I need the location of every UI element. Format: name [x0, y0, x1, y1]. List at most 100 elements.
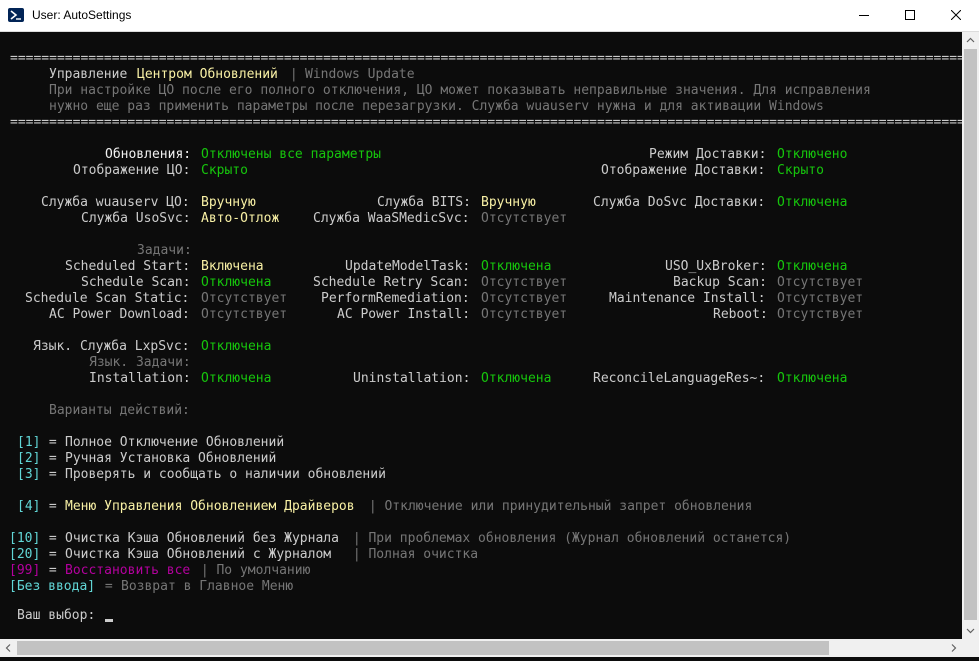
menu-equals: =: [41, 531, 65, 546]
header-update-center: Центром Обновлений: [137, 67, 278, 82]
menu-text: Ручная Установка Обновлений: [65, 451, 277, 466]
task-value: Отсутствует: [777, 275, 864, 290]
display-value: Скрыто: [201, 163, 248, 178]
separator-bottom: ========================================…: [10, 115, 962, 130]
separator-top: ========================================…: [10, 51, 962, 66]
task-value: Отсутствует: [201, 307, 288, 322]
menu-text: Очистка Кэша Обновлений без Журнала: [65, 531, 339, 546]
task-label: Schedule Scan Static:: [25, 291, 190, 306]
reconcile-label: ReconcileLanguageRes~:: [593, 371, 766, 386]
scroll-right-button[interactable]: [945, 639, 962, 657]
menu-equals: =: [41, 499, 65, 514]
header-windows-update: Windows Update: [305, 67, 415, 82]
menu-text: Восстановить все: [65, 563, 191, 578]
waasmedic-value: Отсутствует: [481, 211, 568, 226]
menu-item-99[interactable]: [99] = Восстановить все | По умолчанию: [0, 563, 310, 579]
tasks-heading: Задачи:: [137, 243, 192, 258]
menu-text: Меню Управления Обновлением Драйверов: [65, 499, 355, 514]
menu-item-4[interactable]: [4] = Меню Управления Обновлением Драйве…: [0, 499, 752, 515]
delivery-mode-value: Отключено: [777, 147, 848, 162]
reconcile-value: Отключена: [777, 371, 848, 386]
title-bar[interactable]: User: AutoSettings: [0, 0, 979, 32]
updates-value: Отключены все параметры: [201, 147, 382, 162]
prompt-label: Ваш выбор:: [17, 608, 96, 623]
menu-item-no-input[interactable]: [Без ввода] = Возврат в Главное Меню: [0, 579, 293, 595]
scroll-left-button[interactable]: [0, 639, 17, 657]
header-note-2: нужно еще раз применить параметры после …: [49, 99, 824, 114]
menu-hint: | Полная очистка: [345, 547, 479, 562]
task-value: Отсутствует: [201, 291, 288, 306]
console-output[interactable]: ========================================…: [0, 32, 962, 639]
horizontal-scroll-thumb[interactable]: [17, 641, 829, 655]
menu-text: Полное Отключение Обновлений: [65, 435, 285, 450]
uninstallation-value: Отключена: [481, 371, 552, 386]
scroll-down-button[interactable]: [962, 622, 979, 639]
menu-key: [10]: [9, 531, 41, 546]
delivery-mode-label: Режим Доставки:: [649, 147, 767, 162]
maximize-button[interactable]: [887, 0, 933, 31]
dosvc-label: Служба DoSvc Доставки:: [593, 195, 766, 210]
menu-item-3[interactable]: [3] = Проверять и сообщать о наличии обн…: [0, 467, 386, 483]
task-value: Включена: [201, 259, 264, 274]
task-label: USO_UxBroker:: [665, 259, 767, 274]
menu-text: Проверять и сообщать о наличии обновлени…: [65, 467, 386, 482]
menu-equals: =: [97, 579, 121, 594]
task-label: Maintenance Install:: [609, 291, 766, 306]
usosvc-value: Авто-Отлож: [201, 211, 280, 226]
language-tasks-heading: Язык. Задачи:: [89, 355, 191, 370]
bits-value: Вручную: [481, 195, 536, 210]
chevron-up-icon: [966, 37, 975, 43]
waasmedic-label: Служба WaaSMedicSvc:: [313, 211, 470, 226]
task-label: Scheduled Start:: [65, 259, 191, 274]
lxpsvc-label: Язык. Служба LxpSvc:: [33, 339, 190, 354]
task-value: Отсутствует: [777, 291, 864, 306]
menu-item-1[interactable]: [1] = Полное Отключение Обновлений: [0, 435, 284, 451]
usosvc-label: Служба UsoSvc:: [81, 211, 191, 226]
minimize-icon: [859, 15, 869, 16]
menu-key: [1]: [17, 435, 41, 450]
task-label: PerformRemediation:: [321, 291, 470, 306]
powershell-icon: [8, 8, 24, 22]
chevron-down-icon: [966, 628, 975, 634]
menu-item-10[interactable]: [10] = Очистка Кэша Обновлений без Журна…: [0, 531, 791, 547]
task-value: Отсутствует: [777, 307, 864, 322]
menu-hint: | Отключение или принудительный запрет о…: [361, 499, 753, 514]
menu-key: [4]: [17, 499, 41, 514]
task-label: UpdateModelTask:: [345, 259, 471, 274]
menu-item-20[interactable]: [20] = Очистка Кэша Обновлений с Журнало…: [0, 547, 478, 563]
menu-equals: =: [41, 563, 65, 578]
delivery-display-label: Отображение Доставки:: [601, 163, 766, 178]
actions-heading: Варианты действий:: [49, 403, 190, 418]
header-label: Управление: [49, 67, 136, 82]
header-note-1: При настройке ЦО после его полного отклю…: [49, 83, 871, 98]
menu-equals: =: [41, 547, 65, 562]
menu-key: [20]: [9, 547, 41, 562]
menu-item-2[interactable]: [2] = Ручная Установка Обновлений: [0, 451, 276, 467]
text-cursor[interactable]: [105, 619, 113, 622]
console-window: User: AutoSettings =====================…: [0, 0, 979, 657]
menu-text: Возврат в Главное Меню: [121, 579, 294, 594]
menu-hint: | При проблемах обновления (Журнал обнов…: [345, 531, 792, 546]
task-label: Backup Scan:: [673, 275, 767, 290]
maximize-icon: [905, 10, 915, 20]
wuauserv-value: Вручную: [201, 195, 256, 210]
task-value: Отсутствует: [481, 275, 568, 290]
scroll-up-button[interactable]: [962, 32, 979, 49]
task-label: AC Power Download:: [49, 307, 190, 322]
delivery-display-value: Скрыто: [777, 163, 824, 178]
close-icon: [951, 10, 961, 20]
menu-key: [99]: [9, 563, 41, 578]
vertical-scroll-thumb[interactable]: [964, 49, 977, 620]
updates-label: Обновления:: [105, 147, 192, 162]
installation-label: Installation:: [89, 371, 191, 386]
minimize-button[interactable]: [841, 0, 887, 31]
menu-equals: =: [41, 451, 65, 466]
task-value: Отключена: [481, 259, 552, 274]
lxpsvc-value: Отключена: [201, 339, 272, 354]
installation-value: Отключена: [201, 371, 272, 386]
scrollbar-corner: [962, 639, 979, 657]
close-button[interactable]: [933, 0, 979, 31]
task-value: Отсутствует: [481, 291, 568, 306]
bits-label: Служба BITS:: [377, 195, 471, 210]
task-label: AC Power Install:: [337, 307, 471, 322]
